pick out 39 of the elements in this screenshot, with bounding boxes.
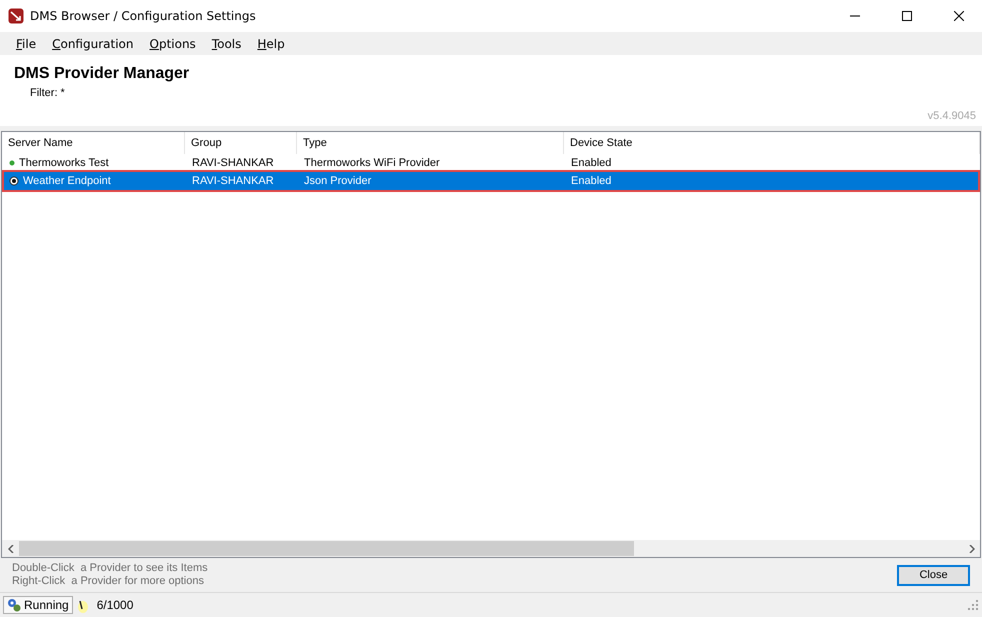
menu-item[interactable]: Tools xyxy=(204,36,250,50)
table-cell: Weather Endpoint xyxy=(23,175,111,187)
column-header[interactable]: Device State xyxy=(564,132,980,154)
scroll-right-icon[interactable] xyxy=(968,544,974,552)
table-cell: RAVI-SHANKAR xyxy=(192,175,274,187)
table-cell: Enabled xyxy=(571,175,612,187)
version-label: v5.4.9045 xyxy=(928,110,976,122)
app-icon xyxy=(8,8,24,24)
status-dot-icon xyxy=(9,160,15,166)
gears-icon xyxy=(7,598,21,612)
column-header[interactable]: Type xyxy=(297,132,564,154)
menu-item[interactable]: Help xyxy=(249,36,293,50)
item-count: 6/1000 xyxy=(96,598,134,612)
table-cell: Thermoworks WiFi Provider xyxy=(304,157,440,169)
close-icon[interactable] xyxy=(954,11,964,21)
table-cell: RAVI-SHANKAR xyxy=(192,157,274,169)
maximize-icon[interactable] xyxy=(902,11,912,21)
horizontal-scrollbar[interactable] xyxy=(2,540,980,557)
radio-icon xyxy=(9,176,19,186)
resize-grip-icon xyxy=(968,600,978,610)
table-cell: Json Provider xyxy=(304,175,372,187)
menu-item[interactable]: Options xyxy=(142,36,204,50)
column-header[interactable]: Server Name xyxy=(2,132,185,154)
close-button[interactable]: Close xyxy=(897,564,970,586)
scroll-left-icon[interactable] xyxy=(8,544,14,552)
hint-text: Double-Click a Provider to see its Items xyxy=(12,562,208,575)
column-header[interactable]: Group xyxy=(185,132,297,154)
page-heading: DMS Provider Manager xyxy=(14,65,190,83)
hint-text: Right-Click a Provider for more options xyxy=(12,575,205,588)
menu-item[interactable]: Configuration xyxy=(44,36,142,50)
filter-label: Filter: * xyxy=(30,87,66,99)
table-cell: Enabled xyxy=(571,157,612,169)
menu-item[interactable]: File xyxy=(8,36,44,50)
scrollbar-thumb[interactable] xyxy=(19,541,634,556)
table-row[interactable]: Thermoworks Test RAVI-SHANKAR Thermoworks WiFi Provider Enabled xyxy=(4,154,978,172)
table-cell: Thermoworks Test xyxy=(19,157,109,169)
window-title: DMS Browser / Configuration Settings xyxy=(30,9,257,23)
running-indicator[interactable]: Running xyxy=(3,596,73,614)
table-row[interactable]: Weather Endpoint RAVI-SHANKAR Json Provider Enabled xyxy=(4,172,978,190)
